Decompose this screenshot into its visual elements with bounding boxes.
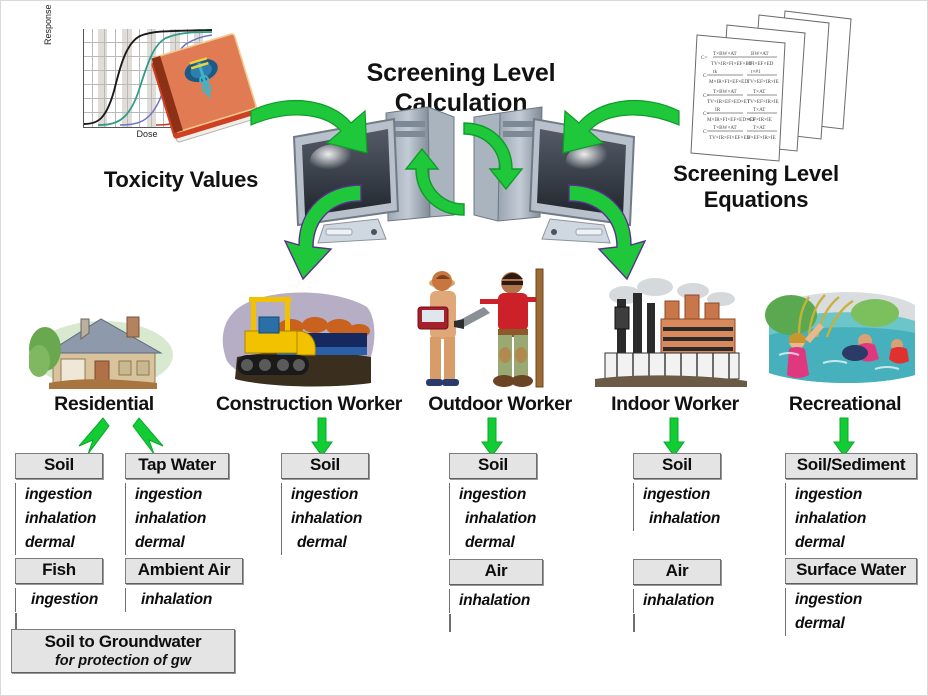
svg-text:TV×IR×EF×ED×ET: TV×IR×EF×ED×ET [707, 99, 751, 105]
svg-text:T×AT: T×AT [753, 107, 766, 113]
route-item: ingestion [643, 486, 711, 503]
svg-text:IR: IR [715, 107, 721, 113]
route-item: ingestion [291, 486, 359, 503]
outdoor-workers-illustration [406, 263, 576, 391]
svg-text:T×BW×AT: T×BW×AT [713, 51, 738, 57]
route-item: inhalation [465, 510, 537, 527]
routes-recreational-surface-water: ingestion dermal [785, 588, 917, 636]
media-box-indoor-soil[interactable]: Soil [633, 453, 721, 479]
media-box-recreational-surface-water[interactable]: Surface Water [785, 558, 917, 584]
svg-text:TV×EF×IR×IE: TV×EF×IR×IE [747, 79, 779, 85]
routes-indoor-air: inhalation [633, 589, 733, 613]
arrow-toxicity-to-computer [247, 97, 377, 163]
route-item: inhalation [649, 510, 721, 527]
route-item: ingestion [459, 486, 527, 503]
media-box-construction-soil[interactable]: Soil [281, 453, 369, 479]
route-item: inhalation [25, 510, 97, 527]
svg-text:T×AT: T×AT [753, 125, 766, 131]
media-box-residential-soil[interactable]: Soil [15, 453, 103, 479]
route-item: inhalation [291, 510, 363, 527]
svg-text:T×BW×AT: T×BW×AT [713, 89, 738, 95]
screening-level-equations-heading: Screening Level Equations [626, 161, 886, 214]
media-box-residential-tap-water[interactable]: Tap Water [125, 453, 229, 479]
receptor-label-outdoor-worker: Outdoor Worker [428, 393, 572, 415]
routes-outdoor-soil: ingestion inhalation dermal [449, 483, 549, 555]
routes-indoor-soil: ingestion inhalation [633, 483, 733, 531]
svg-text:×FI×EF×ED: ×FI×EF×ED [747, 61, 774, 67]
soil-to-groundwater-box[interactable]: Soil to Groundwater for protection of gw [11, 629, 235, 673]
sle-heading-line1: Screening Level [673, 161, 839, 186]
receptor-label-construction-worker: Construction Worker [216, 393, 402, 415]
routes-residential-soil: ingestion inhalation dermal [15, 483, 115, 555]
swimmers-illustration [763, 283, 921, 389]
route-item: dermal [297, 534, 347, 551]
svg-text:C=: C= [701, 55, 707, 61]
route-item: dermal [25, 534, 75, 551]
receptor-label-residential: Residential [54, 393, 154, 415]
arrow-recreational-to-soil-sediment [833, 416, 855, 458]
groundwater-subtitle: for protection of gw [54, 653, 192, 669]
arrow-computer-to-right-receptors [567, 179, 653, 285]
route-item: dermal [135, 534, 185, 551]
svg-text:t×#1: t×#1 [751, 69, 761, 75]
arrow-computer-to-left-receptors [277, 179, 363, 285]
media-box-outdoor-soil[interactable]: Soil [449, 453, 537, 479]
svg-text:BW×AT: BW×AT [751, 51, 769, 57]
arrow-outdoor-to-soil [481, 416, 503, 458]
arrow-construction-to-soil [311, 416, 333, 458]
bulldozer-illustration [219, 283, 384, 391]
route-item: ingestion [795, 486, 863, 503]
route-item: ingestion [795, 591, 863, 608]
routes-residential-tap-water: ingestion inhalation dermal [125, 483, 235, 555]
route-item: inhalation [795, 510, 867, 527]
diagram-canvas: Response Dose Toxicity Values C= T×BW×AT… [0, 0, 928, 696]
route-item: inhalation [643, 592, 715, 609]
route-item: ingestion [135, 486, 203, 503]
route-item: ingestion [25, 486, 93, 503]
screening-level-equations-papers: C= T×BW×AT TV×IR×FI×EF×ED BW×AT ×FI×EF×ED … [673, 9, 858, 174]
svg-text:×EF×IR×IE: ×EF×IR×IE [747, 117, 772, 123]
svg-text:T×AT: T×AT [753, 89, 766, 95]
arrow-indoor-to-soil [663, 416, 685, 458]
receptor-label-indoor-worker: Indoor Worker [611, 393, 739, 415]
route-item: inhalation [135, 510, 207, 527]
routes-residential-fish: ingestion [15, 588, 115, 612]
routes-residential-ambient-air: inhalation [125, 588, 243, 612]
route-item: dermal [795, 615, 845, 632]
toxicity-values-heading: Toxicity Values [103, 167, 259, 192]
routes-recreational-soil-sediment: ingestion inhalation dermal [785, 483, 917, 555]
media-box-indoor-air[interactable]: Air [633, 559, 721, 585]
route-item: dermal [465, 534, 515, 551]
route-item: inhalation [141, 591, 213, 608]
svg-text:tk: tk [713, 69, 717, 75]
routes-construction-soil: ingestion inhalation dermal [281, 483, 381, 555]
chart-y-axis-label: Response [43, 4, 53, 45]
svg-text:TV×IR×FI×EF×ED: TV×IR×FI×EF×ED [709, 135, 751, 141]
media-box-residential-ambient-air[interactable]: Ambient Air [125, 558, 243, 584]
routes-outdoor-air: inhalation [449, 589, 549, 613]
media-box-outdoor-air[interactable]: Air [449, 559, 543, 585]
svg-text:TV×EF×IR×IE: TV×EF×IR×IE [747, 99, 779, 105]
arrow-residential-to-soil [71, 416, 111, 458]
arrow-equations-to-computer [553, 97, 683, 163]
route-item: dermal [795, 534, 845, 551]
svg-text:V×EF×IR×IE: V×EF×IR×IE [747, 135, 776, 141]
arrow-residential-to-tap-water [131, 416, 173, 458]
receptor-label-recreational: Recreational [788, 393, 902, 415]
media-box-recreational-soil-sediment[interactable]: Soil/Sediment [785, 453, 917, 479]
groundwater-title: Soil to Groundwater [44, 632, 202, 651]
house-illustration [28, 299, 177, 391]
route-item: ingestion [31, 591, 99, 608]
svg-text:T×BW×AT: T×BW×AT [713, 125, 738, 131]
factory-illustration [589, 277, 754, 389]
slc-heading-line1: Screening Level [366, 59, 556, 87]
sle-heading-line2: Equations [703, 187, 809, 213]
svg-text:M×IR×FI×EF×ED: M×IR×FI×EF×ED [709, 79, 748, 85]
media-box-residential-fish[interactable]: Fish [15, 558, 103, 584]
route-item: inhalation [459, 592, 531, 609]
